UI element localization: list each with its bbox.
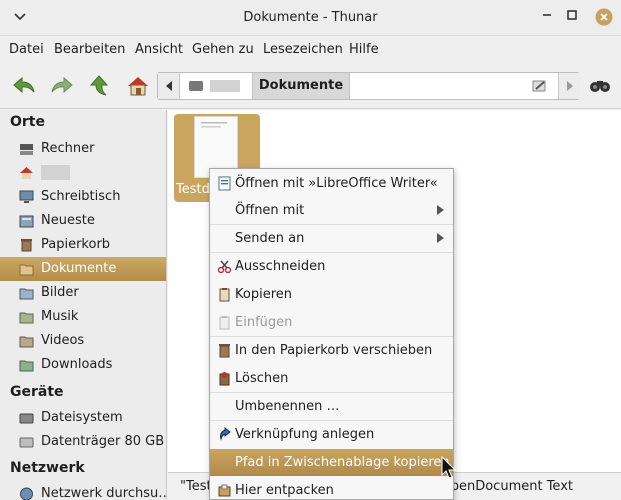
up-button[interactable] (86, 72, 114, 100)
back-button[interactable] (10, 72, 38, 100)
desktop-icon (19, 190, 34, 203)
menu-hilfe[interactable]: Hilfe (349, 42, 379, 57)
up-arrow-icon (89, 75, 109, 96)
menu-item-copy-path[interactable]: Pfad in Zwischenablage kopieren (210, 449, 453, 476)
menu-item-cut[interactable]: Ausschneiden (210, 253, 453, 280)
copy-icon (219, 288, 230, 302)
menu-item-create-link[interactable]: Verknüpfung anlegen (210, 421, 453, 448)
trash-icon (21, 239, 32, 252)
home-button[interactable] (124, 72, 152, 100)
network-icon (20, 487, 33, 500)
sidebar-heading-netzwerk: Netzwerk (10, 460, 85, 476)
binoculars-icon (590, 81, 610, 92)
sidebar: Orte Rechner Schreibtisch Neueste Papier… (0, 110, 171, 500)
menu-gehen-zu[interactable]: Gehen zu (192, 42, 254, 57)
videos-folder-icon (19, 336, 34, 348)
sidebar-item-home[interactable] (0, 161, 166, 185)
paste-icon (219, 316, 230, 330)
menu-item-paste[interactable]: Einfügen (210, 309, 453, 336)
sidebar-item-papierkorb[interactable]: Papierkorb (0, 233, 166, 257)
sidebar-item-neueste[interactable]: Neueste (0, 209, 166, 233)
menu-bearbeiten[interactable]: Bearbeiten (54, 42, 125, 57)
status-text-right: OpenDocument Text (440, 479, 574, 494)
path-segment-home[interactable] (186, 73, 246, 99)
context-menu: Öffnen mit »LibreOffice Writer« Öffnen m… (209, 168, 454, 500)
menu-item-open-with-writer[interactable]: Öffnen mit »LibreOffice Writer« (210, 170, 453, 197)
minimize-button[interactable] (537, 8, 557, 28)
triangle-left-icon (166, 81, 172, 91)
forward-arrow-icon (51, 76, 73, 94)
status-text-left: "Test (180, 479, 212, 494)
forward-button[interactable] (48, 72, 76, 100)
sidebar-item-netzwerk[interactable]: Netzwerk durchsu… (0, 482, 171, 500)
menu-datei[interactable]: Datei (9, 42, 44, 57)
sidebar-item-dateisystem[interactable]: Dateisystem (0, 406, 166, 430)
sidebar-item-rechner[interactable]: Rechner (0, 137, 166, 161)
writer-icon (218, 176, 231, 191)
sidebar-item-downloads[interactable]: Downloads (0, 353, 166, 377)
submenu-arrow-icon (437, 233, 444, 243)
sidebar-item-dokumente[interactable]: Dokumente (0, 257, 166, 281)
title-bar: Dokumente - Thunar (0, 0, 621, 36)
menu-lesezeichen[interactable]: Lesezeichen (263, 42, 343, 57)
sidebar-item-datentraeger[interactable]: Datenträger 80 GB (0, 430, 166, 454)
delete-icon (219, 372, 230, 386)
path-segment-current[interactable]: Dokumente (252, 73, 350, 99)
extract-icon (218, 484, 231, 497)
cut-icon (217, 260, 232, 274)
menu-ansicht[interactable]: Ansicht (135, 42, 183, 57)
link-icon (220, 427, 231, 441)
downloads-folder-icon (19, 360, 34, 372)
path-scroll-right-button[interactable] (558, 73, 580, 99)
menu-item-copy[interactable]: Kopieren (210, 281, 453, 308)
menu-item-extract-here[interactable]: Hier entpacken (210, 477, 453, 499)
window-title: Dokumente - Thunar (243, 10, 378, 25)
triangle-right-icon (567, 81, 573, 91)
menu-item-open-with[interactable]: Öffnen mit (210, 197, 453, 224)
mouse-cursor-icon (441, 455, 457, 484)
close-button[interactable] (594, 8, 614, 28)
search-button[interactable] (587, 72, 613, 98)
drive-icon (189, 80, 240, 92)
sidebar-item-musik[interactable]: Musik (0, 305, 166, 329)
drive-icon (19, 413, 34, 424)
maximize-button[interactable] (562, 8, 582, 28)
submenu-arrow-icon (437, 205, 444, 215)
sidebar-item-bilder[interactable]: Bilder (0, 281, 166, 305)
edit-location-icon (532, 80, 546, 92)
sidebar-heading-geraete: Geräte (10, 384, 64, 400)
home-icon (128, 77, 148, 96)
drive-icon (19, 437, 34, 448)
file-name-label: Testd (176, 182, 210, 197)
pictures-folder-icon (19, 288, 34, 300)
folder-icon (19, 264, 34, 276)
computer-icon (20, 144, 33, 155)
menu-item-move-to-trash[interactable]: In den Papierkorb verschieben (210, 337, 453, 364)
back-arrow-icon (13, 76, 35, 94)
menu-bar: Datei Bearbeiten Ansicht Gehen zu Leseze… (0, 36, 621, 63)
home-icon (20, 167, 33, 179)
sidebar-heading-orte: Orte (10, 114, 45, 130)
menu-item-delete[interactable]: Löschen (210, 365, 453, 392)
edit-location-button[interactable] (530, 73, 550, 99)
menu-item-send-to[interactable]: Senden an (210, 225, 453, 252)
location-bar: Dokumente (157, 72, 580, 100)
recent-icon (19, 215, 34, 228)
sidebar-item-videos[interactable]: Videos (0, 329, 166, 353)
menu-item-rename[interactable]: Umbenennen … (210, 393, 453, 420)
trash-icon (219, 344, 230, 358)
music-folder-icon (19, 312, 34, 324)
path-scroll-left-button[interactable] (158, 73, 180, 99)
sidebar-item-schreibtisch[interactable]: Schreibtisch (0, 185, 166, 209)
